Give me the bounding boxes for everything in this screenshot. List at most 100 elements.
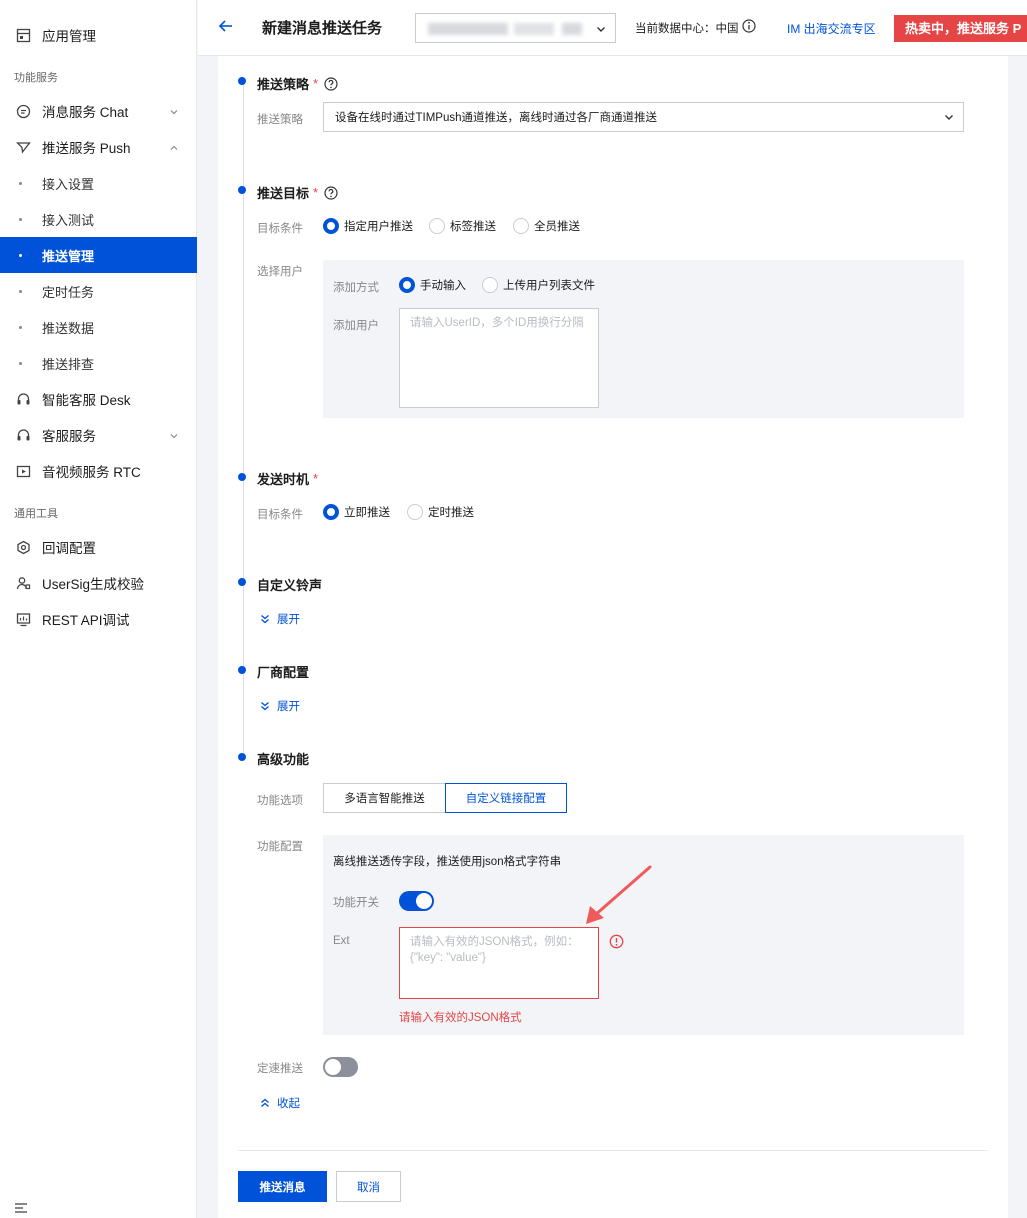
field-label: 选择用户 <box>257 266 303 278</box>
radio-label: 上传用户列表文件 <box>503 280 595 292</box>
app-selector[interactable] <box>415 13 616 43</box>
sidebar-item-label: 推送服务 Push <box>42 141 131 156</box>
sidebar-item-chat[interactable]: 消息服务 Chat <box>0 93 197 129</box>
info-icon[interactable] <box>742 19 756 36</box>
section-title-vendor: 厂商配置 <box>257 662 309 681</box>
chevron-down-icon <box>169 429 179 444</box>
sidebar-subitem-label: 推送数据 <box>42 320 95 336</box>
radio-label: 全员推送 <box>534 221 580 233</box>
sidebar-item-usersig[interactable]: UserSig生成校验 <box>0 565 197 601</box>
cancel-button[interactable]: 取消 <box>336 1171 401 1202</box>
sidebar-subitem-label: 定时任务 <box>42 284 95 300</box>
video-icon <box>14 462 32 480</box>
field-label: 功能配置 <box>257 841 303 853</box>
help-circle-icon[interactable] <box>324 76 338 91</box>
bullet-dot <box>19 290 22 293</box>
field-label: Ext <box>333 935 350 947</box>
back-arrow-icon[interactable] <box>216 16 236 36</box>
feature-switch[interactable] <box>399 891 434 911</box>
timeline-dot <box>238 473 246 481</box>
section-title-text: 厂商配置 <box>257 665 310 680</box>
collapse-label: 收起 <box>277 1098 300 1110</box>
field-label: 添加用户 <box>333 320 379 332</box>
annotation-arrow-icon <box>586 865 652 924</box>
field-label: 功能选项 <box>257 795 303 807</box>
chevron-down-icon <box>943 111 955 126</box>
radio-label: 定时推送 <box>428 507 474 519</box>
section-title-text: 推送策略 <box>257 77 310 92</box>
sidebar-item-desk[interactable]: 智能客服 Desk <box>0 381 197 417</box>
placeholder-line: {"key": "value"} <box>410 952 486 964</box>
sidebar-item-label: 回调配置 <box>42 541 96 556</box>
sidebar-item-callback[interactable]: 回调配置 <box>0 529 197 565</box>
sidebar-subitem-label: 推送排查 <box>42 356 95 372</box>
radio-immediate[interactable]: 立即推送 <box>323 504 390 520</box>
timeline-line <box>243 80 244 760</box>
sidebar-group-label: 通用工具 <box>14 508 58 520</box>
send-icon <box>14 138 32 156</box>
api-monitor-icon <box>14 610 32 628</box>
vendor-expand-link[interactable]: 展开 <box>259 698 300 714</box>
push-strategy-select[interactable]: 设备在线时通过TIMPush通道推送，离线时通过各厂商通道推送 <box>323 102 964 132</box>
sidebar-subitem-label: 接入设置 <box>42 176 95 192</box>
user-key-icon <box>14 574 32 592</box>
redacted-app-name <box>514 23 554 35</box>
sidebar-item-app-mgmt[interactable]: 应用管理 <box>0 17 197 53</box>
sidebar-subitem-scheduled[interactable]: 定时任务 <box>0 273 197 309</box>
help-circle-icon[interactable] <box>324 185 338 200</box>
radio-circle <box>429 218 445 234</box>
field-label: 功能开关 <box>333 897 379 909</box>
sidebar-subitem-troubleshoot[interactable]: 推送排查 <box>0 345 197 381</box>
select-value: 设备在线时通过TIMPush通道推送，离线时通过各厂商通道推送 <box>335 112 658 124</box>
chevron-down-icon <box>595 23 607 38</box>
double-chevron-up-icon <box>261 1098 269 1107</box>
ringtone-expand-link[interactable]: 展开 <box>259 611 300 627</box>
chevron-up-icon <box>169 141 179 156</box>
ext-json-textarea[interactable]: 请输入有效的JSON格式，例如： {"key": "value"} <box>399 927 599 999</box>
sidebar-collapse-icon[interactable] <box>14 1202 30 1217</box>
sidebar-item-rtc[interactable]: 音视频服务 RTC <box>0 453 197 489</box>
sidebar-item-kefu[interactable]: 客服服务 <box>0 417 197 453</box>
toggle-knob <box>416 893 432 909</box>
field-label: 推送策略 <box>257 114 303 126</box>
radio-scheduled[interactable]: 定时推送 <box>407 504 474 520</box>
bullet-dot <box>19 218 22 221</box>
sidebar-subitem-push-mgmt[interactable]: 推送管理 <box>0 237 197 273</box>
sidebar-item-label: REST API调试 <box>42 613 130 628</box>
im-community-link[interactable]: IM 出海交流专区 <box>787 20 876 37</box>
required-mark: * <box>313 471 319 486</box>
timeline-dot <box>238 77 246 85</box>
sidebar-item-push[interactable]: 推送服务 Push <box>0 129 197 165</box>
expand-label: 展开 <box>277 701 300 713</box>
rate-limit-switch[interactable] <box>323 1057 358 1077</box>
radio-circle <box>482 277 498 293</box>
sidebar-subitem-access-test[interactable]: 接入测试 <box>0 201 197 237</box>
sidebar-item-label: 消息服务 Chat <box>42 105 129 120</box>
sidebar-item-label: UserSig生成校验 <box>42 577 145 592</box>
datacenter-label: 当前数据中心：中国 <box>635 23 739 35</box>
field-label: 目标条件 <box>257 223 303 235</box>
radio-all-users[interactable]: 全员推送 <box>513 218 580 234</box>
submit-push-button[interactable]: 推送消息 <box>238 1171 327 1202</box>
radio-upload-file[interactable]: 上传用户列表文件 <box>482 277 595 293</box>
timeline-dot <box>238 753 246 761</box>
radio-label: 手动输入 <box>420 280 466 292</box>
bullet-dot <box>19 326 22 329</box>
radio-specified-users[interactable]: 指定用户推送 <box>323 218 413 234</box>
promo-banner[interactable]: 热卖中，推送服务 P <box>894 15 1027 42</box>
advanced-collapse-link[interactable]: 收起 <box>259 1095 300 1111</box>
redacted-app-name <box>428 23 508 35</box>
userid-textarea[interactable]: 请输入UserID，多个ID用换行分隔 <box>399 308 599 408</box>
radio-label: 标签推送 <box>450 221 496 233</box>
radio-circle <box>513 218 529 234</box>
sidebar-subitem-access-settings[interactable]: 接入设置 <box>0 165 197 201</box>
sidebar-item-label: 智能客服 Desk <box>42 393 131 408</box>
radio-tag-push[interactable]: 标签推送 <box>429 218 496 234</box>
radio-manual-input[interactable]: 手动输入 <box>399 277 466 293</box>
bullet-dot <box>19 254 22 257</box>
sidebar-subitem-push-data[interactable]: 推送数据 <box>0 309 197 345</box>
sidebar-item-rest-api[interactable]: REST API调试 <box>0 601 197 637</box>
tab-custom-link-config[interactable]: 自定义链接配置 <box>445 783 567 813</box>
tab-multilang-push[interactable]: 多语言智能推送 <box>323 783 446 813</box>
double-chevron-down-icon <box>261 615 269 624</box>
